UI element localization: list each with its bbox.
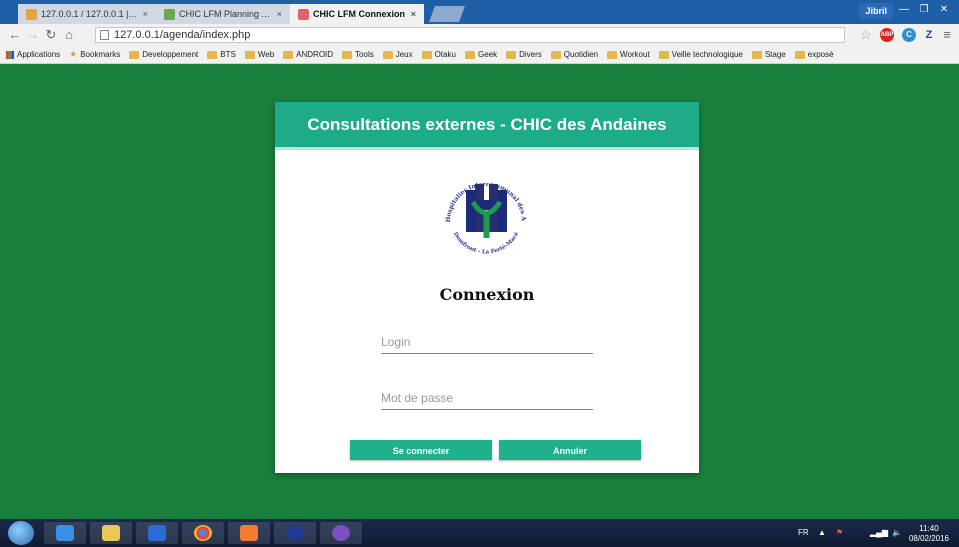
taskbar-ie[interactable] xyxy=(44,522,86,544)
bookmark-folder[interactable]: Divers xyxy=(506,50,542,59)
calendar-icon xyxy=(298,8,309,20)
bookmark-folder[interactable]: Otaku xyxy=(421,50,456,59)
language-indicator[interactable]: FR xyxy=(798,519,809,547)
home-icon[interactable]: ⌂ xyxy=(62,27,76,43)
menu-icon[interactable]: ≡ xyxy=(940,27,954,43)
folder-icon xyxy=(506,50,517,59)
chrome-icon xyxy=(194,525,212,541)
close-tab-icon[interactable]: × xyxy=(407,9,416,19)
taskbar: FR ▲ ⚑ ▂▄▆ 🔈 11:40 08/02/2016 xyxy=(0,519,959,547)
cancel-button[interactable]: Annuler xyxy=(499,440,641,460)
leaf-icon xyxy=(164,8,175,20)
taskbar-xampp[interactable] xyxy=(228,522,270,544)
folder-icon xyxy=(129,50,140,59)
bookmark-folder[interactable]: Developpement xyxy=(129,50,198,59)
bookmark-folder[interactable]: Veille technologique xyxy=(658,50,743,59)
url-text: 127.0.0.1/agenda/index.php xyxy=(114,29,251,41)
login-card: Consultations externes - CHIC des Andain… xyxy=(275,102,699,473)
folder-icon xyxy=(464,50,475,59)
tab-label: 127.0.0.1 / 127.0.0.1 | phpM xyxy=(41,9,139,19)
browser-titlebar: 127.0.0.1 / 127.0.0.1 | phpM × CHIC LFM … xyxy=(0,0,959,24)
tab-label: CHIC LFM Planning Agend xyxy=(179,9,273,19)
profile-button[interactable]: Jibril xyxy=(859,3,893,19)
extension-z-icon[interactable]: Z xyxy=(922,28,936,42)
forward-icon[interactable]: → xyxy=(26,27,40,43)
flag-icon[interactable]: ⚑ xyxy=(836,519,843,547)
folder-icon xyxy=(421,50,432,59)
folder-icon xyxy=(382,50,393,59)
folder-icon xyxy=(658,50,669,59)
clock-time: 11:40 xyxy=(919,524,939,533)
media-player-icon xyxy=(148,525,166,541)
folder-icon xyxy=(751,50,762,59)
folder-icon xyxy=(794,50,805,59)
folder-icon xyxy=(607,50,618,59)
show-hidden-icons[interactable]: ▲ xyxy=(818,519,826,547)
close-tab-icon[interactable]: × xyxy=(273,9,282,19)
minimize-button[interactable]: — xyxy=(895,2,913,18)
close-tab-icon[interactable]: × xyxy=(139,9,148,19)
login-input[interactable] xyxy=(381,331,593,354)
xampp-icon xyxy=(240,525,258,541)
folder-icon xyxy=(283,50,294,59)
new-tab-button[interactable] xyxy=(429,6,465,22)
back-icon[interactable]: ← xyxy=(8,27,22,43)
clock-date: 08/02/2016 xyxy=(908,534,949,543)
bookmark-folder[interactable]: Tools xyxy=(342,50,374,59)
taskbar-app[interactable] xyxy=(274,522,316,544)
star-icon: ★ xyxy=(69,49,78,59)
bookmark-folder[interactable]: BTS xyxy=(207,50,236,59)
tab-label: CHIC LFM Connexion xyxy=(313,9,405,19)
password-input[interactable] xyxy=(381,387,593,410)
bookmark-folder[interactable]: Web xyxy=(244,50,274,59)
tab-connexion[interactable]: CHIC LFM Connexion × xyxy=(290,4,424,24)
app-icon xyxy=(286,525,304,541)
folder-icon xyxy=(244,50,255,59)
internet-explorer-icon xyxy=(56,525,74,541)
folder-icon xyxy=(207,50,218,59)
phpmyadmin-icon xyxy=(26,8,37,20)
reload-icon[interactable]: ↻ xyxy=(44,27,58,43)
card-title: Consultations externes - CHIC des Andain… xyxy=(307,114,667,134)
bookmark-applications[interactable]: Applications xyxy=(6,50,60,59)
browser-toolbar: ← → ↻ ⌂ 127.0.0.1/agenda/index.php ☆ ABP… xyxy=(0,24,959,46)
file-explorer-icon xyxy=(102,525,120,541)
bookmark-folder[interactable]: exposé xyxy=(794,50,834,59)
taskbar-media[interactable] xyxy=(136,522,178,544)
folder-icon xyxy=(550,50,561,59)
bookmark-folder[interactable]: ANDROID xyxy=(283,50,333,59)
close-window-button[interactable]: ✕ xyxy=(935,2,953,18)
address-bar[interactable]: 127.0.0.1/agenda/index.php xyxy=(95,27,845,43)
card-header: Consultations externes - CHIC des Andain… xyxy=(275,102,699,150)
maximize-button[interactable]: ❐ xyxy=(915,2,933,18)
adblock-icon[interactable]: ABP xyxy=(880,28,894,42)
page-icon xyxy=(100,30,109,40)
taskbar-app-2[interactable] xyxy=(320,522,362,544)
form-title: Connexion xyxy=(439,285,535,304)
extension-c-icon[interactable]: C xyxy=(902,28,916,42)
bookmark-folder[interactable]: Geek xyxy=(464,50,497,59)
bookmark-folder[interactable]: Stage xyxy=(751,50,786,59)
network-icon[interactable]: ▂▄▆ xyxy=(870,519,888,547)
bookmark-folder[interactable]: Workout xyxy=(607,50,650,59)
volume-icon[interactable]: 🔈 xyxy=(892,519,902,547)
hospital-logo: Centre Hospitalier Intercommunal des And… xyxy=(436,162,527,256)
bookmark-star-icon[interactable]: ☆ xyxy=(859,27,873,43)
folder-icon xyxy=(342,50,353,59)
taskbar-explorer[interactable] xyxy=(90,522,132,544)
cat-icon xyxy=(332,525,350,541)
start-button-icon[interactable] xyxy=(8,521,34,545)
taskbar-chrome[interactable] xyxy=(182,522,224,544)
bookmark-folder[interactable]: Quotidien xyxy=(550,50,598,59)
apps-icon xyxy=(6,50,14,59)
system-clock[interactable]: 11:40 08/02/2016 xyxy=(909,524,949,544)
connect-button[interactable]: Se connecter xyxy=(350,440,492,460)
bookmark-folder[interactable]: Jeux xyxy=(382,50,413,59)
bookmarks-bar: Applications ★ Bookmarks Developpement BT… xyxy=(0,46,959,64)
tab-phpmyadmin[interactable]: 127.0.0.1 / 127.0.0.1 | phpM × xyxy=(18,4,156,24)
tab-planning-agenda[interactable]: CHIC LFM Planning Agend × xyxy=(156,4,290,24)
bookmark-bookmarks[interactable]: ★ Bookmarks xyxy=(69,49,120,60)
